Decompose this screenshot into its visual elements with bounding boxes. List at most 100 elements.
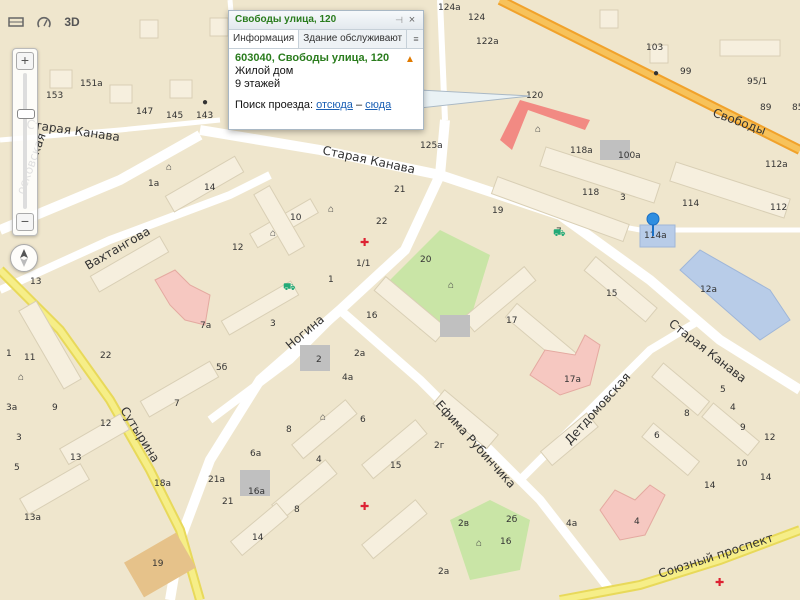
house-number: 1 (6, 349, 12, 359)
zoom-slider-handle[interactable] (17, 109, 35, 119)
house-number: 9 (52, 403, 58, 413)
house-number: 13 (70, 453, 81, 463)
house-number: 125а (420, 141, 443, 151)
tab-service[interactable]: Здание обслуживают (299, 30, 408, 48)
hospital-icon: ✚ (715, 577, 724, 589)
house-number: 16 (366, 311, 378, 321)
house-number: 20 (420, 255, 432, 265)
house-number: 5 (720, 385, 726, 395)
route-from-link[interactable]: отсюда (316, 99, 353, 111)
house-number: 12 (764, 433, 775, 443)
layers-icon[interactable] (6, 14, 26, 30)
house-number: 118 (582, 188, 599, 198)
house-number: 2в (458, 519, 469, 529)
house-number: 10 (290, 213, 302, 223)
house-number: 12а (700, 285, 717, 295)
house-number: 1 (328, 275, 334, 285)
house-number: 89 (760, 103, 772, 113)
popup-floors: 9 этажей (235, 78, 281, 90)
view-3d-button[interactable]: 3D (62, 14, 82, 30)
house-number: 14 (252, 533, 264, 543)
route-dash: – (355, 99, 363, 111)
house-number: 17 (506, 316, 517, 326)
house-number: 151а (80, 79, 103, 89)
house-number: 22 (376, 217, 387, 227)
house-number: 3 (620, 193, 626, 203)
house-number: 3а (6, 403, 17, 413)
house-number: 100а (618, 151, 641, 161)
house-number: 19 (492, 206, 504, 216)
house-number: 8 (294, 505, 300, 515)
house-number: 3 (16, 433, 22, 443)
house-icon: ⌂ (328, 204, 334, 215)
house-number: 1а (148, 179, 159, 189)
zoom-out-button[interactable]: − (16, 213, 34, 231)
zoom-in-button[interactable]: + (16, 52, 34, 70)
house-number: 124 (468, 13, 485, 23)
house-number: 4а (342, 373, 353, 383)
house-number: 13 (30, 277, 41, 287)
map-toolbar: 3D (6, 14, 82, 30)
house-number: 17а (564, 375, 581, 385)
close-icon[interactable]: × (405, 13, 419, 27)
drop-icon: ● (653, 68, 659, 79)
popup-tabs: Информация Здание обслуживают ≡ (229, 30, 423, 49)
house-number: 2а (438, 567, 449, 577)
house-number: 9 (740, 423, 746, 433)
house-number: 145 (166, 111, 183, 121)
house-number: 3 (270, 319, 276, 329)
house-number: 6 (654, 431, 660, 441)
zoom-track[interactable] (23, 73, 27, 209)
warning-icon[interactable]: ▲ (405, 55, 415, 65)
house-icon: ⌂ (448, 280, 454, 291)
house-number: 16 (500, 537, 512, 547)
house-number: 112 (770, 203, 787, 213)
house-number: 2б (506, 515, 518, 525)
popup-address: 603040, Свободы улица, 120 (235, 52, 390, 64)
house-number: 14 (704, 481, 716, 491)
house-number: 6а (250, 449, 261, 459)
house-number: 5 (14, 463, 20, 473)
house-number: 2 (316, 355, 322, 365)
house-icon: ⌂ (18, 372, 24, 383)
route-label: Поиск проезда: (235, 99, 313, 111)
house-number: 4 (634, 517, 640, 527)
house-number: 12 (100, 419, 111, 429)
popup-building-type: Жилой дом (235, 65, 294, 77)
drop-icon: ● (202, 97, 208, 108)
house-number: 8 (684, 409, 690, 419)
house-number: 10 (736, 459, 748, 469)
house-number: 95/1 (747, 77, 767, 87)
menu-icon[interactable]: ≡ (409, 30, 423, 48)
route-to-link[interactable]: сюда (365, 99, 391, 111)
house-number: 21а (208, 475, 225, 485)
house-number: 85 (792, 103, 800, 113)
house-number: 4 (316, 455, 322, 465)
house-number: 2г (434, 441, 445, 451)
house-number: 15 (606, 289, 617, 299)
compass-control[interactable] (10, 244, 38, 272)
house-number: 99 (680, 67, 692, 77)
house-number: 4а (566, 519, 577, 529)
house-number: 103 (646, 43, 663, 53)
hospital-icon: ✚ (360, 237, 369, 249)
house-number: 14 (760, 473, 772, 483)
house-number: 19 (152, 559, 164, 569)
house-number: 11 (24, 353, 35, 363)
house-icon: ⌂ (320, 412, 326, 423)
compass-icon (20, 249, 28, 267)
house-number: 153 (46, 91, 63, 101)
house-number: 12 (232, 243, 243, 253)
zoom-control: + − (12, 48, 38, 236)
house-number: 4 (730, 403, 736, 413)
house-number: 5б (216, 363, 228, 373)
house-number: 143 (196, 111, 213, 121)
tab-info[interactable]: Информация (229, 30, 300, 48)
traffic-icon[interactable] (34, 14, 54, 30)
pin-icon[interactable]: ⊣ (393, 13, 405, 27)
cart-icon: ⛟ (553, 228, 566, 239)
house-number: 7а (200, 321, 211, 331)
house-number: 15 (390, 461, 401, 471)
house-number: 122а (476, 37, 499, 47)
house-number: 6 (360, 415, 366, 425)
